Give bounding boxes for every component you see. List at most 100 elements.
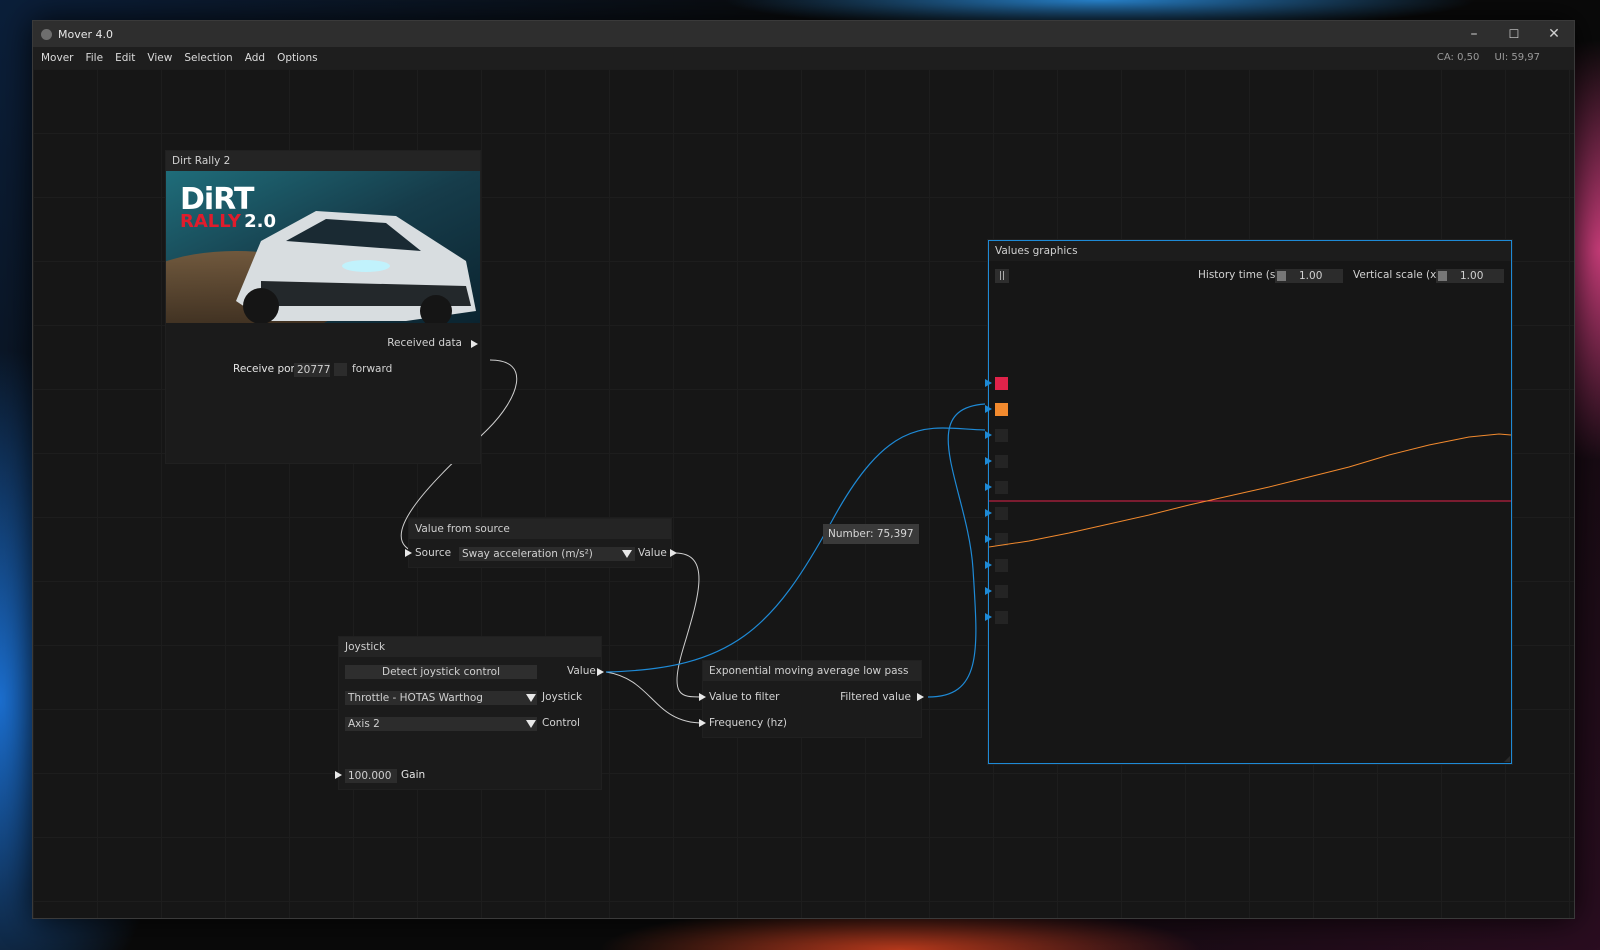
control-select[interactable]: Axis 2: [345, 717, 537, 731]
series-slot-9[interactable]: [995, 585, 1008, 598]
title-bar[interactable]: Mover 4.0 – ☐ ✕: [33, 21, 1574, 47]
source-select-chevron-down-icon[interactable]: [622, 550, 632, 558]
joystick-value-label: Value: [567, 665, 596, 677]
frequency-label: Frequency (hz): [709, 717, 787, 729]
received-data-output-pin[interactable]: [471, 340, 478, 348]
series-slot-6[interactable]: [995, 507, 1008, 520]
gain-input[interactable]: 100.000: [345, 769, 397, 783]
menu-selection[interactable]: Selection: [178, 52, 238, 64]
source-input-pin[interactable]: [405, 549, 412, 557]
receive-port-input[interactable]: 20777: [294, 363, 330, 377]
vertical-scale-value: 1.00: [1460, 270, 1484, 282]
resize-grip-icon[interactable]: [1504, 756, 1510, 762]
vertical-scale-label: Vertical scale (x): [1353, 269, 1441, 281]
perf-readout: CA: 0,50 UI: 59,97: [1425, 52, 1540, 63]
app-icon: [41, 28, 52, 40]
value-to-filter-input-pin[interactable]: [699, 693, 706, 701]
joystick-select-chevron-down-icon[interactable]: [526, 694, 536, 702]
gain-input-pin[interactable]: [335, 771, 342, 779]
graph-title: Values graphics: [989, 241, 1511, 261]
received-data-label: Received data: [387, 337, 462, 349]
cover-car-wheel-front: [243, 288, 279, 323]
ema-low-pass-node[interactable]: Exponential moving average low pass Valu…: [699, 661, 924, 737]
joystick-select[interactable]: Throttle - HOTAS Warthog: [345, 691, 537, 705]
filtered-value-output-pin[interactable]: [917, 693, 924, 701]
receive-port-label: Receive port: [233, 363, 299, 375]
gain-label: Gain: [401, 769, 426, 781]
dirt-rally-node[interactable]: Dirt Rally 2 DiRT RALLY 2.0 Received dat…: [166, 151, 480, 463]
ui-readout: UI: 59,97: [1494, 52, 1540, 63]
ema-title: Exponential moving average low pass: [703, 661, 921, 681]
link-filter-to-graph: [927, 403, 986, 698]
value-output-label: Value: [638, 547, 667, 559]
forward-checkbox[interactable]: [334, 363, 347, 376]
graph-input-pin-6[interactable]: [985, 509, 992, 517]
source-select[interactable]: Sway acceleration (m/s²): [459, 547, 635, 561]
value-source-title: Value from source: [409, 519, 671, 539]
series-slot-5[interactable]: [995, 481, 1008, 494]
vertical-scale-slider[interactable]: 1.00: [1436, 269, 1504, 283]
history-time-slider[interactable]: 1.00: [1275, 269, 1343, 283]
link-value-to-filter: [674, 552, 704, 698]
menu-options[interactable]: Options: [271, 52, 324, 64]
control-select-chevron-down-icon[interactable]: [526, 720, 536, 728]
graph-input-pin-9[interactable]: [985, 587, 992, 595]
dirt-logo: DiRT RALLY 2.0: [180, 185, 276, 231]
menu-bar: Mover File Edit View Selection Add Optio…: [33, 47, 1574, 69]
dirt-logo-rally: RALLY: [180, 211, 241, 232]
graph-input-pin-8[interactable]: [985, 561, 992, 569]
cover-car-headlight: [342, 260, 390, 272]
graph-input-pin-2[interactable]: [985, 405, 992, 413]
series-color-1[interactable]: [995, 377, 1008, 390]
window-title: Mover 4.0: [58, 27, 114, 41]
ca-readout: CA: 0,50: [1436, 52, 1480, 63]
menu-view[interactable]: View: [141, 52, 178, 64]
values-graphics-node[interactable]: Values graphics || History time (s) 1.00…: [985, 240, 1512, 764]
dirt-logo-version: 2.0: [244, 211, 277, 232]
maximize-button[interactable]: ☐: [1494, 21, 1534, 47]
forward-label: forward: [352, 363, 393, 375]
menu-file[interactable]: File: [79, 52, 109, 64]
close-button[interactable]: ✕: [1534, 21, 1574, 47]
graph-input-pin-10[interactable]: [985, 613, 992, 621]
minimize-button[interactable]: –: [1454, 21, 1494, 47]
node-canvas[interactable]: Dirt Rally 2 DiRT RALLY 2.0 Received dat…: [33, 69, 1574, 918]
graph-input-pin-3[interactable]: [985, 431, 992, 439]
series-2-line: [989, 433, 1511, 548]
joystick-label: Joystick: [542, 691, 583, 703]
link-joystick-to-frequency: [605, 671, 704, 724]
graph-input-pin-5[interactable]: [985, 483, 992, 491]
source-label: Source: [415, 547, 452, 559]
joystick-title: Joystick: [339, 637, 601, 657]
graph-input-pin-1[interactable]: [985, 379, 992, 387]
history-time-value: 1.00: [1299, 270, 1323, 282]
frequency-input-pin[interactable]: [699, 719, 706, 727]
value-to-filter-label: Value to filter: [709, 691, 780, 703]
menu-mover[interactable]: Mover: [35, 52, 79, 64]
menu-edit[interactable]: Edit: [109, 52, 141, 64]
menu-add[interactable]: Add: [239, 52, 271, 64]
history-time-label: History time (s): [1198, 269, 1280, 281]
series-slot-7[interactable]: [995, 533, 1008, 546]
series-slot-3[interactable]: [995, 429, 1008, 442]
history-slider-handle[interactable]: [1277, 271, 1286, 281]
series-slot-8[interactable]: [995, 559, 1008, 572]
control-label: Control: [542, 717, 580, 729]
dirt-node-title: Dirt Rally 2: [166, 151, 480, 171]
pause-button[interactable]: ||: [995, 269, 1009, 283]
filtered-value-label: Filtered value: [840, 691, 911, 703]
number-tooltip: Number: 75,397: [823, 524, 919, 544]
value-output-pin[interactable]: [670, 549, 677, 557]
series-slot-10[interactable]: [995, 611, 1008, 624]
app-window: Mover 4.0 – ☐ ✕ Mover File Edit View Sel…: [32, 20, 1575, 919]
series-slot-4[interactable]: [995, 455, 1008, 468]
joystick-value-output-pin[interactable]: [597, 668, 604, 676]
graph-input-pin-7[interactable]: [985, 535, 992, 543]
vscale-slider-handle[interactable]: [1438, 271, 1447, 281]
detect-joystick-button[interactable]: Detect joystick control: [345, 665, 537, 679]
joystick-node[interactable]: Joystick Detect joystick control Value T…: [335, 637, 604, 789]
series-color-2[interactable]: [995, 403, 1008, 416]
graph-plot-area: [989, 433, 1511, 548]
graph-input-pin-4[interactable]: [985, 457, 992, 465]
value-from-source-node[interactable]: Value from source Source Sway accelerati…: [405, 519, 677, 567]
